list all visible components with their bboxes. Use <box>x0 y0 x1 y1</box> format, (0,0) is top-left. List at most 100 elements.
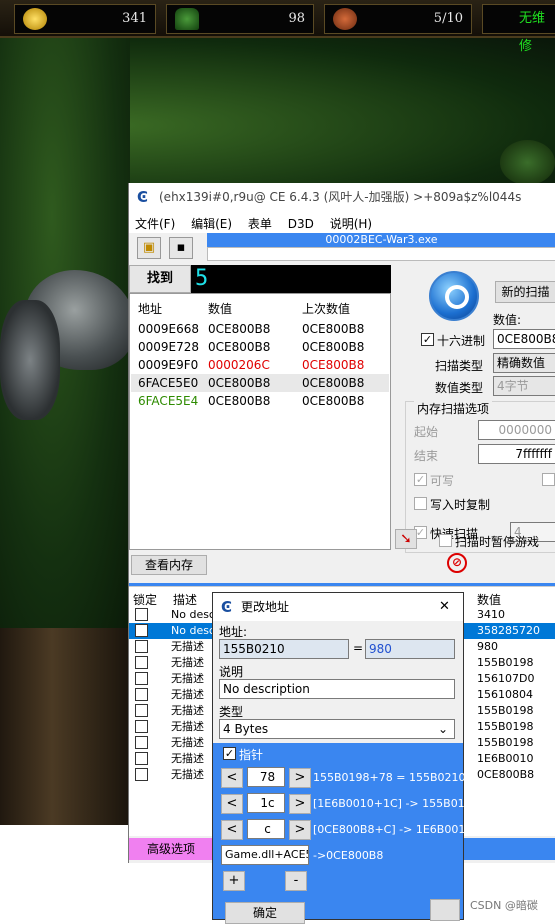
offset-3-result: [0CE800B8+C] -> 1E6B0010 <box>313 823 473 836</box>
copy-on-write-label: 写入时复制 <box>430 498 491 512</box>
scan-type-select[interactable]: 精确数值 <box>493 353 555 373</box>
address-input[interactable]: 155B0210 <box>219 639 349 659</box>
close-icon[interactable]: ✕ <box>439 593 450 621</box>
pause-game-checkbox[interactable] <box>439 534 452 547</box>
results-header-address[interactable]: 地址 <box>138 300 162 317</box>
value-type-select[interactable]: 4字节 <box>493 376 555 396</box>
save-icon[interactable]: ▪ <box>169 237 193 259</box>
writable-checkbox[interactable]: ✓ <box>414 473 427 486</box>
hex-label: 十六进制 <box>437 334 486 348</box>
advanced-options-button[interactable]: 高级选项 <box>129 838 213 860</box>
address-value: 358285720 <box>477 624 540 637</box>
offset-3-decrease-button[interactable]: < <box>221 820 243 840</box>
offset-1-input[interactable]: 78 <box>247 767 285 787</box>
result-row[interactable]: 0009E668 0CE800B8 0CE800B8 <box>131 320 389 338</box>
address-value: 1E6B0010 <box>477 752 534 765</box>
tree-icon <box>175 8 199 30</box>
upkeep-status: 无维修 <box>482 4 555 54</box>
base-address-input[interactable]: Game.dll+ACE5E <box>221 845 309 865</box>
menu-d3d[interactable]: D3D <box>282 213 320 231</box>
result-addr: 6FACE5E4 <box>138 394 199 408</box>
pointer-scan-arrow-icon[interactable]: ➘ <box>395 529 417 549</box>
address-description: 无描述 <box>171 640 204 653</box>
offset-2-increase-button[interactable]: > <box>289 794 311 814</box>
stop-icon[interactable]: ⊘ <box>447 553 467 573</box>
offset-2-input[interactable]: 1c <box>247 793 285 813</box>
type-select[interactable]: 4 Bytes ⌄ <box>219 719 455 739</box>
address-description: 无描述 <box>171 720 204 733</box>
menu-edit[interactable]: 编辑(E) <box>185 211 238 232</box>
address-description: 无描述 <box>171 672 204 685</box>
list-header-value[interactable]: 数值 <box>477 591 501 608</box>
result-row[interactable]: 6FACE5E0 0CE800B8 0CE800B8 <box>131 374 389 392</box>
list-header-description[interactable]: 描述 <box>173 591 197 608</box>
result-addr: 0009E668 <box>138 322 200 336</box>
list-header-lock[interactable]: 锁定 <box>133 591 157 608</box>
game-statue <box>0 628 130 825</box>
offset-2-result: [1E6B0010+1C] -> 155B0198 <box>313 797 479 810</box>
address-description: 无描述 <box>171 752 204 765</box>
meat-icon <box>333 8 357 30</box>
address-value-display: 980 <box>365 639 455 659</box>
lock-checkbox[interactable] <box>135 704 148 717</box>
remove-offset-button[interactable]: - <box>285 871 307 891</box>
add-offset-button[interactable]: + <box>223 871 245 891</box>
offset-1-decrease-button[interactable]: < <box>221 768 243 788</box>
offset-3-increase-button[interactable]: > <box>289 820 311 840</box>
base-address-result: ->0CE800B8 <box>313 849 384 862</box>
result-row[interactable]: 0009E9F0 0000206C 0CE800B8 <box>131 356 389 374</box>
offset-3-input[interactable]: c <box>247 819 285 839</box>
dialog-title: 更改地址 <box>241 600 290 614</box>
description-input[interactable]: No description <box>219 679 455 699</box>
pointer-checkbox[interactable]: ✓ <box>223 747 236 760</box>
end-label: 结束 <box>414 449 439 463</box>
results-header-previous[interactable]: 上次数值 <box>302 300 350 317</box>
start-address-input[interactable]: 0000000 <box>478 420 555 440</box>
lock-checkbox[interactable] <box>135 736 148 749</box>
result-value: 0CE800B8 <box>208 322 271 336</box>
hex-checkbox[interactable]: ✓ <box>421 333 434 346</box>
cancel-button[interactable] <box>430 899 460 921</box>
lock-checkbox[interactable] <box>135 720 148 733</box>
pause-game-label: 扫描时暂停游戏 <box>455 535 540 549</box>
lock-checkbox[interactable] <box>135 624 148 637</box>
lock-checkbox[interactable] <box>135 656 148 669</box>
copy-on-write-checkbox[interactable] <box>414 497 427 510</box>
view-memory-button[interactable]: 查看内存 <box>131 555 207 575</box>
result-row[interactable]: 0009E728 0CE800B8 0CE800B8 <box>131 338 389 356</box>
offset-2-decrease-button[interactable]: < <box>221 794 243 814</box>
address-description: 无描述 <box>171 688 204 701</box>
open-process-icon[interactable]: ▣ <box>137 237 161 259</box>
scan-logo-icon[interactable] <box>429 271 479 321</box>
lock-checkbox[interactable] <box>135 608 148 621</box>
executable-checkbox[interactable] <box>542 473 555 486</box>
ok-button[interactable]: 确定 <box>225 902 305 924</box>
menu-table[interactable]: 表单 <box>242 211 278 232</box>
lock-checkbox[interactable] <box>135 688 148 701</box>
new-scan-button[interactable]: 新的扫描 <box>495 281 555 303</box>
result-prev: 0CE800B8 <box>302 376 365 390</box>
results-list[interactable]: 地址 数值 上次数值 0009E668 0CE800B8 0CE800B8 0009E… <box>129 293 391 550</box>
result-prev: 0CE800B8 <box>302 340 365 354</box>
results-header-value[interactable]: 数值 <box>208 300 232 317</box>
address-value: 155B0198 <box>477 736 534 749</box>
value-input[interactable]: 0CE800B8 <box>493 329 555 349</box>
dialog-body: 地址: 155B0210 = 980 说明 No description 类型 … <box>213 621 463 743</box>
writable-label: 可写 <box>430 474 455 488</box>
menu-help[interactable]: 说明(H) <box>324 211 378 232</box>
menu-file[interactable]: 文件(F) <box>129 211 181 232</box>
scan-type-label: 扫描类型 <box>435 359 484 373</box>
value-type-label: 数值类型 <box>435 381 484 395</box>
lock-checkbox[interactable] <box>135 752 148 765</box>
result-row[interactable]: 6FACE5E4 0CE800B8 0CE800B8 <box>131 392 389 410</box>
lumber-value: 98 <box>288 11 305 26</box>
address-value: 156107D0 <box>477 672 535 685</box>
lock-checkbox[interactable] <box>135 768 148 781</box>
end-address-input[interactable]: 7fffffff <box>478 444 555 464</box>
address-value: 155B0198 <box>477 704 534 717</box>
lock-checkbox[interactable] <box>135 640 148 653</box>
lock-checkbox[interactable] <box>135 672 148 685</box>
offset-1-increase-button[interactable]: > <box>289 768 311 788</box>
result-value: 0CE800B8 <box>208 394 271 408</box>
result-value: 0000206C <box>208 358 270 372</box>
